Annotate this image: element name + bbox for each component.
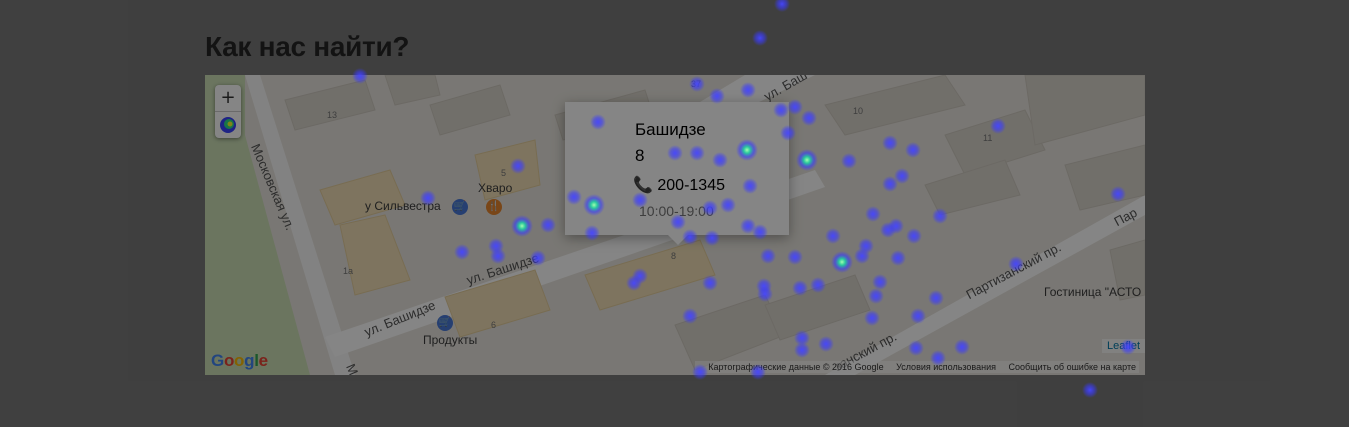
building-number: 1a (343, 266, 354, 276)
building-number: 10 (853, 106, 864, 116)
poi-label-hotel[interactable]: Гостиница "АСТО (1044, 285, 1141, 299)
cart-icon[interactable]: 🛒 (437, 315, 453, 331)
building-number: 8 (671, 251, 677, 261)
google-logo[interactable]: Google (211, 351, 268, 371)
zoom-in-button[interactable]: + (215, 85, 241, 112)
page-title: Как нас найти? (205, 30, 410, 62)
building-number: 5 (501, 168, 507, 178)
heatmap-toggle-icon (220, 117, 236, 133)
terms-link[interactable]: Условия использования (896, 362, 996, 372)
poi-label-hvaro[interactable]: Хварο (478, 181, 512, 195)
popup-hours: 10:00-19:00 (639, 203, 714, 219)
map-attribution: Картографические данные © 2016 Google Ус… (695, 361, 1139, 373)
heatmap-point (752, 30, 768, 46)
building-number: 37 (691, 79, 702, 89)
popup-street: Башидзе (635, 120, 706, 139)
heatmap-point (774, 0, 790, 12)
location-popup[interactable]: Башидзе 8 📞 200-1345 10:00-19:00 (565, 102, 789, 245)
fork-knife-icon[interactable]: 🍴 (486, 199, 502, 215)
popup-phone-number[interactable]: 200-1345 (657, 177, 725, 194)
report-error-link[interactable]: Сообщить об ошибке на карте (1009, 362, 1136, 372)
zoom-control: + (215, 85, 241, 138)
popup-tip (668, 235, 688, 245)
building-number: 13 (327, 110, 338, 120)
poi-label-produkty[interactable]: Продукты (423, 333, 477, 347)
poi-label-silvestra[interactable]: у Сильвестра (365, 199, 441, 213)
heatmap-point (1082, 382, 1098, 398)
popup-number: 8 (635, 146, 645, 165)
building-number: 11 (983, 133, 993, 143)
phone-icon: 📞 (633, 177, 653, 194)
popup-phone: 📞 200-1345 (633, 175, 725, 195)
attribution-data: Картографические данные © 2016 Google (708, 362, 884, 372)
building-number: 6 (491, 320, 497, 330)
leaflet-link[interactable]: Leaflet (1101, 339, 1145, 353)
heatmap-toggle-button[interactable] (215, 112, 241, 138)
cart-icon[interactable]: 🛒 (452, 199, 468, 215)
